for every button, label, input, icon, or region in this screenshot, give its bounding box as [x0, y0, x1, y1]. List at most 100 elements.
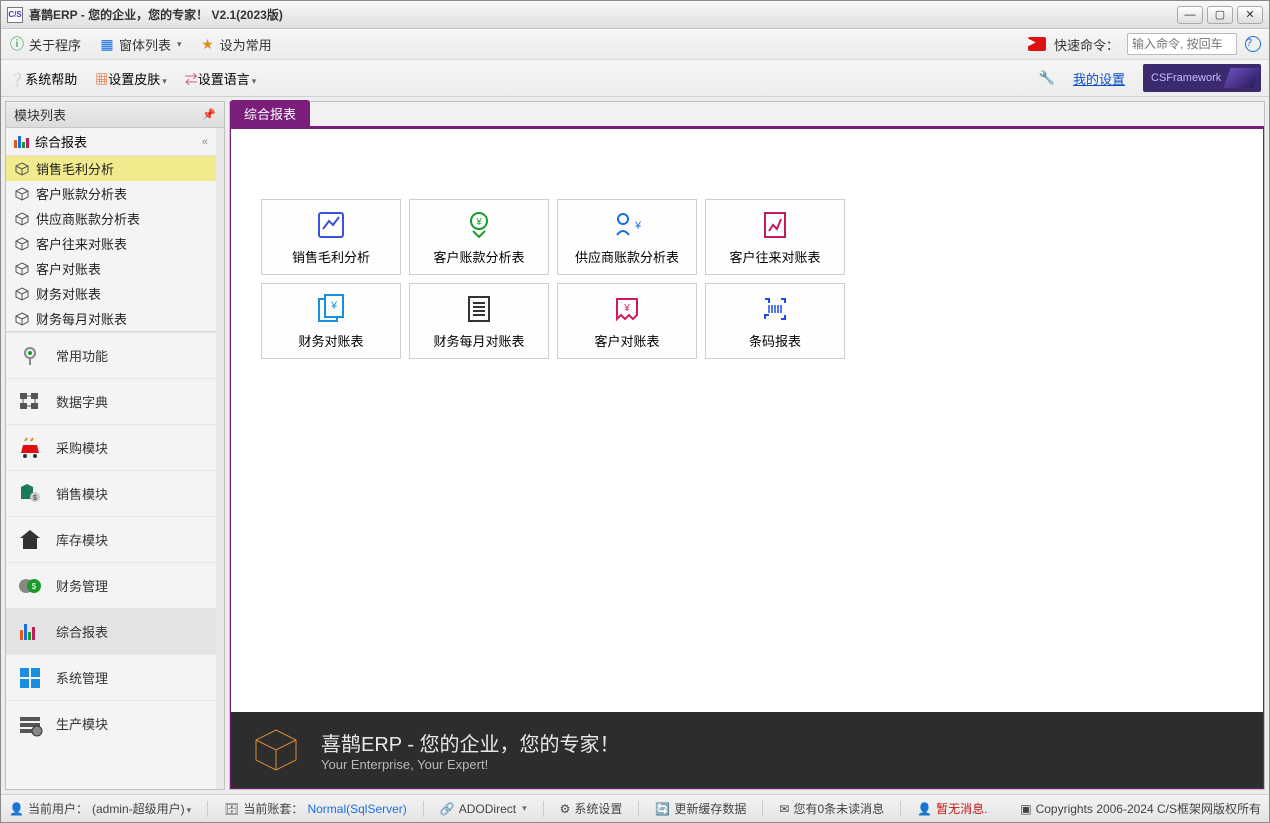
sidebar: 模块列表 📌 综合报表 « 销售毛利分析客户账款分析表供应商账款分析表客户往来对… [5, 101, 225, 790]
banner-subtitle: Your Enterprise, Your Expert! [321, 757, 620, 772]
status-db[interactable]: 🗄 当前账套： Normal(SqlServer) [224, 800, 407, 817]
tile-label: 条码报表 [749, 331, 801, 350]
pin-icon[interactable]: 📌 [202, 108, 216, 121]
close-button[interactable]: ✕ [1237, 6, 1263, 24]
sidebar-item-0[interactable]: 销售毛利分析 [6, 156, 216, 181]
tile-icon-0 [315, 209, 347, 241]
link-icon: 🔗 [440, 802, 455, 816]
cube-icon [14, 212, 30, 226]
bars-icon [14, 136, 29, 148]
cube-icon [14, 287, 30, 301]
status-user[interactable]: 👤 当前用户： (admin-超级用户) [9, 800, 191, 817]
mail-icon: ✉ [779, 802, 789, 816]
sidebar-item-3[interactable]: 客户往来对账表 [6, 231, 216, 256]
cube-icon [14, 262, 30, 276]
tile-3[interactable]: 客户往来对账表 [705, 199, 845, 275]
sidebar-item-4[interactable]: 客户对账表 [6, 256, 216, 281]
help-icon[interactable]: ? [1245, 36, 1261, 52]
tile-label: 客户对账表 [594, 331, 659, 350]
module-0[interactable]: 常用功能 [6, 332, 216, 378]
window-title: 喜鹊ERP - 您的企业，您的专家！ V2.1(2023版) [29, 6, 283, 23]
status-ado[interactable]: 🔗 ADODirect [440, 802, 527, 816]
module-icon-0 [16, 342, 44, 370]
tile-label: 客户账款分析表 [433, 247, 524, 266]
tile-0[interactable]: 销售毛利分析 [261, 199, 401, 275]
tile-5[interactable]: 财务每月对账表 [409, 283, 549, 359]
tile-label: 财务对账表 [298, 331, 363, 350]
status-copyright: ▣ Copyrights 2006-2024 C/S框架网版权所有 [1020, 800, 1261, 817]
module-4[interactable]: 库存模块 [6, 516, 216, 562]
tile-4[interactable]: ¥ 财务对账表 [261, 283, 401, 359]
sidebar-section-reports[interactable]: 综合报表 « [6, 128, 216, 156]
cube-icon [14, 312, 30, 326]
svg-text:¥: ¥ [330, 300, 338, 312]
star-icon: ★ [200, 36, 216, 52]
module-7[interactable]: 系统管理 [6, 654, 216, 700]
main-area: 综合报表 销售毛利分析 ¥ 客户账款分析表 ¥ 供应商账款分析表 客户往来对账表 ¥ 财务对账… [229, 101, 1265, 790]
minimize-button[interactable]: — [1177, 6, 1203, 24]
cube-icon [14, 237, 30, 251]
refresh-icon: 🔄 [655, 802, 670, 816]
tile-icon-1: ¥ [463, 209, 495, 241]
globe-icon: ⇄ [185, 72, 198, 87]
skin-button[interactable]: ▦设置皮肤 [95, 69, 167, 88]
cube-icon [251, 725, 301, 775]
language-button[interactable]: ⇄设置语言 [185, 69, 257, 88]
cube-icon [14, 162, 30, 176]
quick-cmd-label: 快速命令： [1054, 35, 1119, 54]
database-icon: 🗄 [224, 802, 239, 816]
sidebar-item-6[interactable]: 财务每月对账表 [6, 306, 216, 331]
module-icon-2 [16, 434, 44, 462]
person-icon: 👤 [917, 802, 932, 816]
module-icon-6 [16, 618, 44, 646]
status-sys-settings[interactable]: ⚙ 系统设置 [560, 800, 623, 817]
module-3[interactable]: $销售模块 [6, 470, 216, 516]
sidebar-item-1[interactable]: 客户账款分析表 [6, 181, 216, 206]
svg-text:$: $ [32, 582, 37, 591]
module-icon-5: $ [16, 572, 44, 600]
module-8[interactable]: 生产模块 [6, 700, 216, 746]
tile-icon-2: ¥ [611, 209, 643, 241]
statusbar: 👤 当前用户： (admin-超级用户) 🗄 当前账套： Normal(SqlS… [1, 794, 1269, 822]
system-help-button[interactable]: ❔系统帮助 [9, 69, 77, 88]
module-icon-1 [16, 388, 44, 416]
info-icon: ⓘ [9, 36, 25, 52]
tile-icon-3 [759, 209, 791, 241]
tile-label: 财务每月对账表 [433, 331, 524, 350]
terminal-icon: ▶ [1028, 37, 1046, 51]
tile-1[interactable]: ¥ 客户账款分析表 [409, 199, 549, 275]
tile-label: 供应商账款分析表 [575, 247, 679, 266]
tile-2[interactable]: ¥ 供应商账款分析表 [557, 199, 697, 275]
tile-label: 销售毛利分析 [292, 247, 370, 266]
sidebar-scrollbar[interactable] [216, 128, 224, 789]
tile-7[interactable]: 条码报表 [705, 283, 845, 359]
cube-icon [14, 187, 30, 201]
about-button[interactable]: ⓘ关于程序 [9, 35, 81, 54]
maximize-button[interactable]: ▢ [1207, 6, 1233, 24]
set-default-button[interactable]: ★设为常用 [200, 35, 272, 54]
help-circle-icon: ❔ [9, 72, 25, 87]
sidebar-header: 模块列表 📌 [6, 102, 224, 128]
status-unread[interactable]: ✉ 您有0条未读消息 [779, 800, 884, 817]
sidebar-item-2[interactable]: 供应商账款分析表 [6, 206, 216, 231]
my-settings-link[interactable]: 我的设置 [1073, 69, 1125, 88]
tab-reports[interactable]: 综合报表 [230, 100, 310, 126]
wrench-icon: 🔧 [1039, 70, 1055, 86]
module-2[interactable]: 采购模块 [6, 424, 216, 470]
svg-text:¥: ¥ [623, 303, 630, 314]
tile-label: 客户往来对账表 [729, 247, 820, 266]
module-5[interactable]: $财务管理 [6, 562, 216, 608]
chevron-left-icon: « [202, 136, 208, 148]
tile-6[interactable]: ¥ 客户对账表 [557, 283, 697, 359]
window-list-button[interactable]: ▦窗体列表 [99, 35, 182, 54]
csframework-badge[interactable]: CSFramework [1143, 64, 1261, 92]
svg-text:$: $ [33, 495, 37, 502]
sidebar-item-5[interactable]: 财务对账表 [6, 281, 216, 306]
module-6[interactable]: 综合报表 [6, 608, 216, 654]
quick-cmd-input[interactable] [1127, 33, 1237, 55]
titlebar: C/S 喜鹊ERP - 您的企业，您的专家！ V2.1(2023版) — ▢ ✕ [1, 1, 1269, 29]
gear-icon: ⚙ [560, 802, 571, 816]
module-1[interactable]: 数据字典 [6, 378, 216, 424]
status-refresh-cache[interactable]: 🔄 更新缓存数据 [655, 800, 746, 817]
banner-title: 喜鹊ERP - 您的企业，您的专家！ [321, 728, 620, 757]
